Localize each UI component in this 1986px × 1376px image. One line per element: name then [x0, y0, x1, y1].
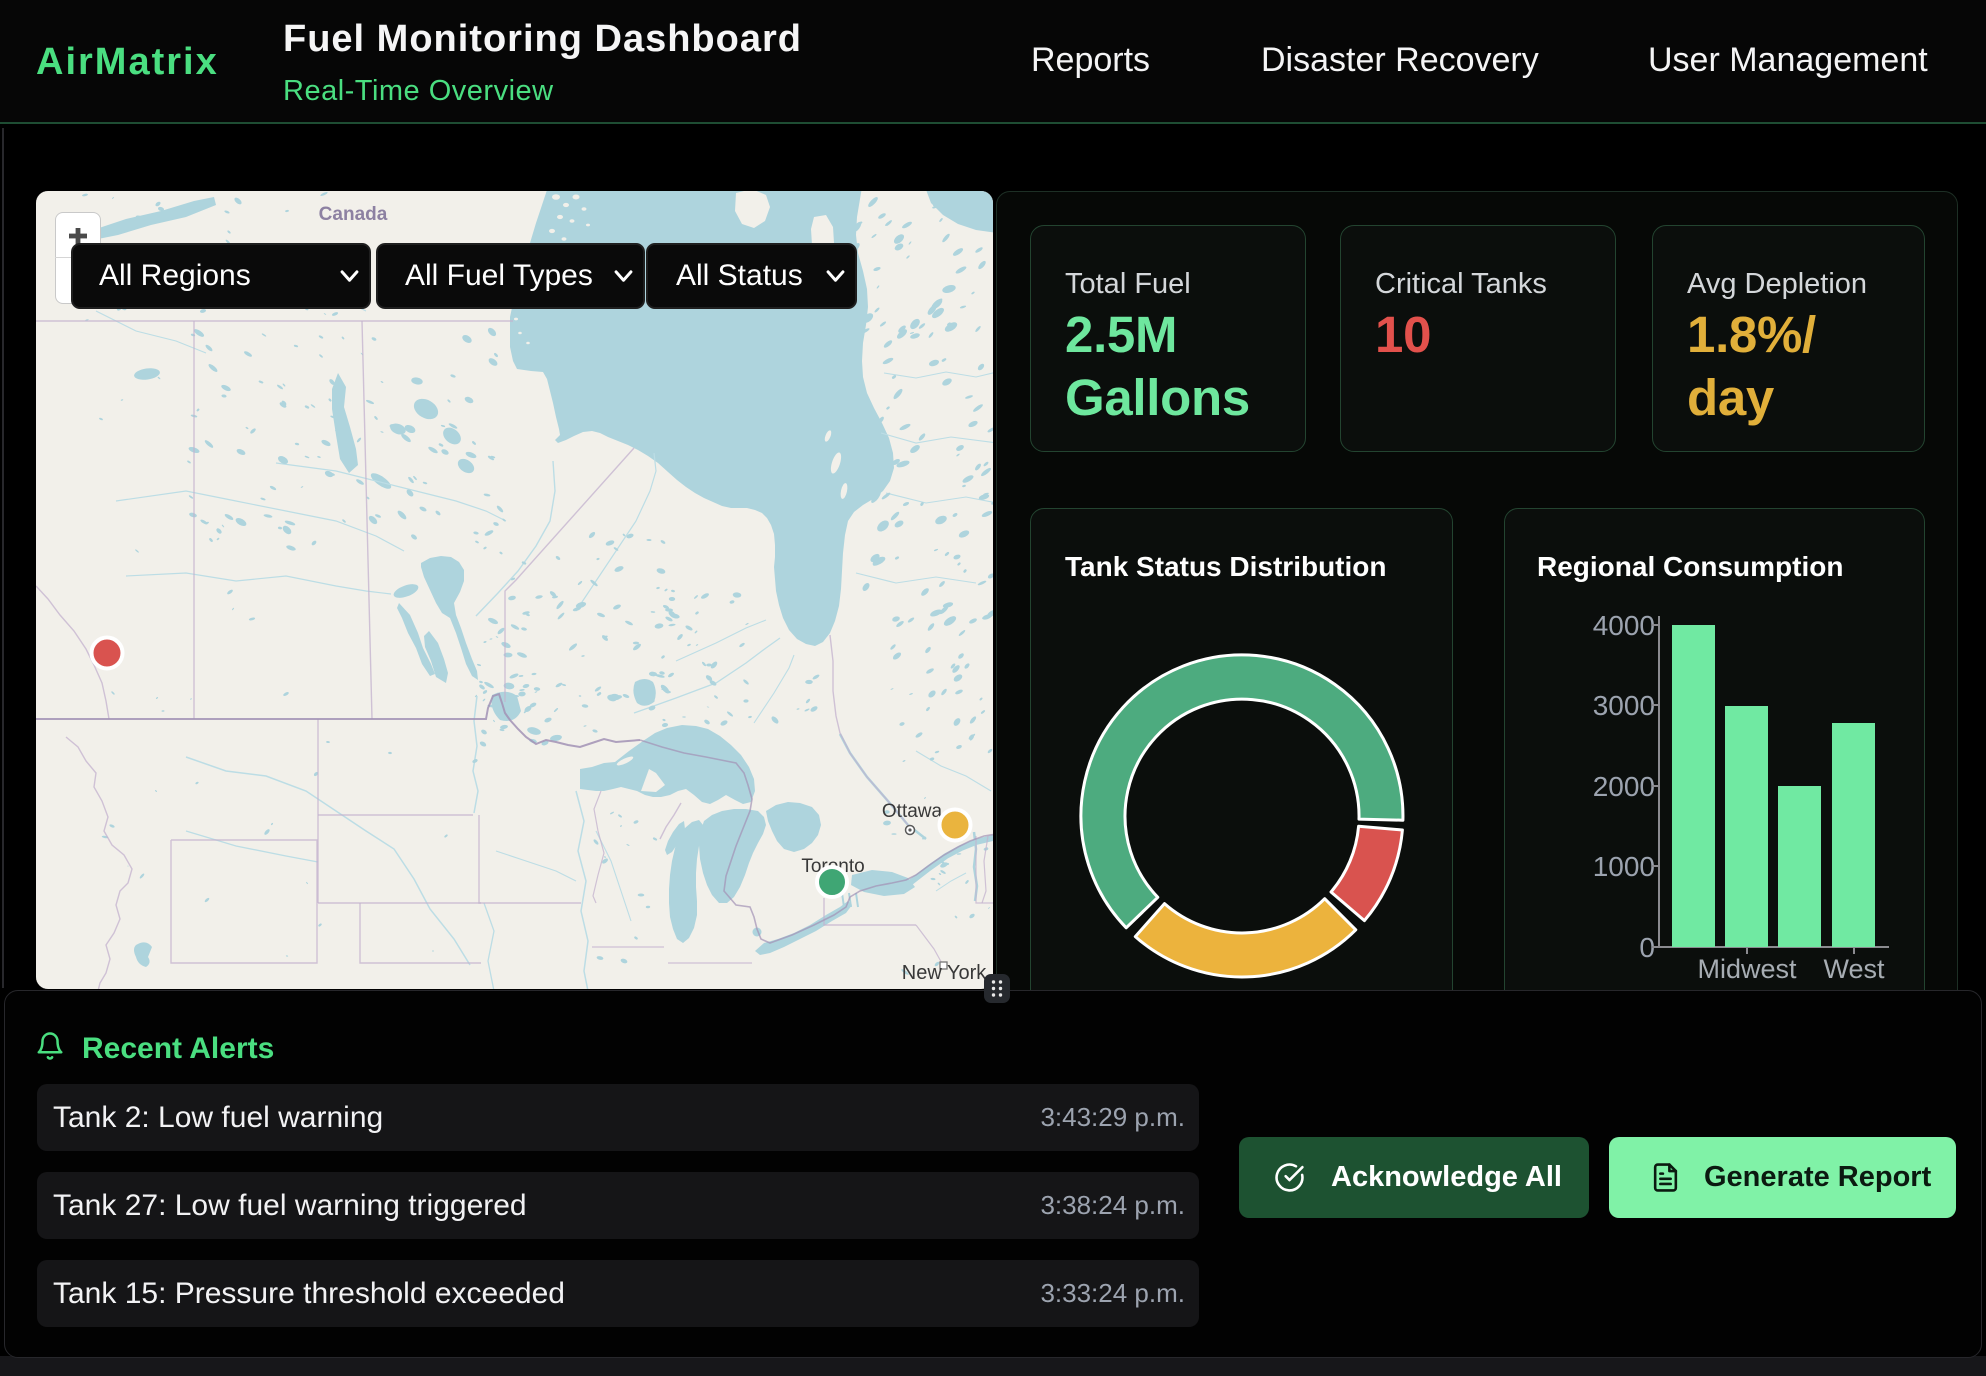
svg-text:West: West: [1823, 954, 1885, 984]
svg-text:2000: 2000: [1593, 771, 1655, 802]
svg-text:3000: 3000: [1593, 690, 1655, 721]
svg-text:New York: New York: [902, 962, 987, 984]
svg-text:Midwest: Midwest: [1697, 954, 1797, 984]
svg-text:Canada: Canada: [319, 204, 388, 225]
svg-text:4000: 4000: [1593, 610, 1655, 641]
svg-text:Ottawa: Ottawa: [882, 801, 943, 822]
svg-text:1000: 1000: [1593, 851, 1655, 882]
